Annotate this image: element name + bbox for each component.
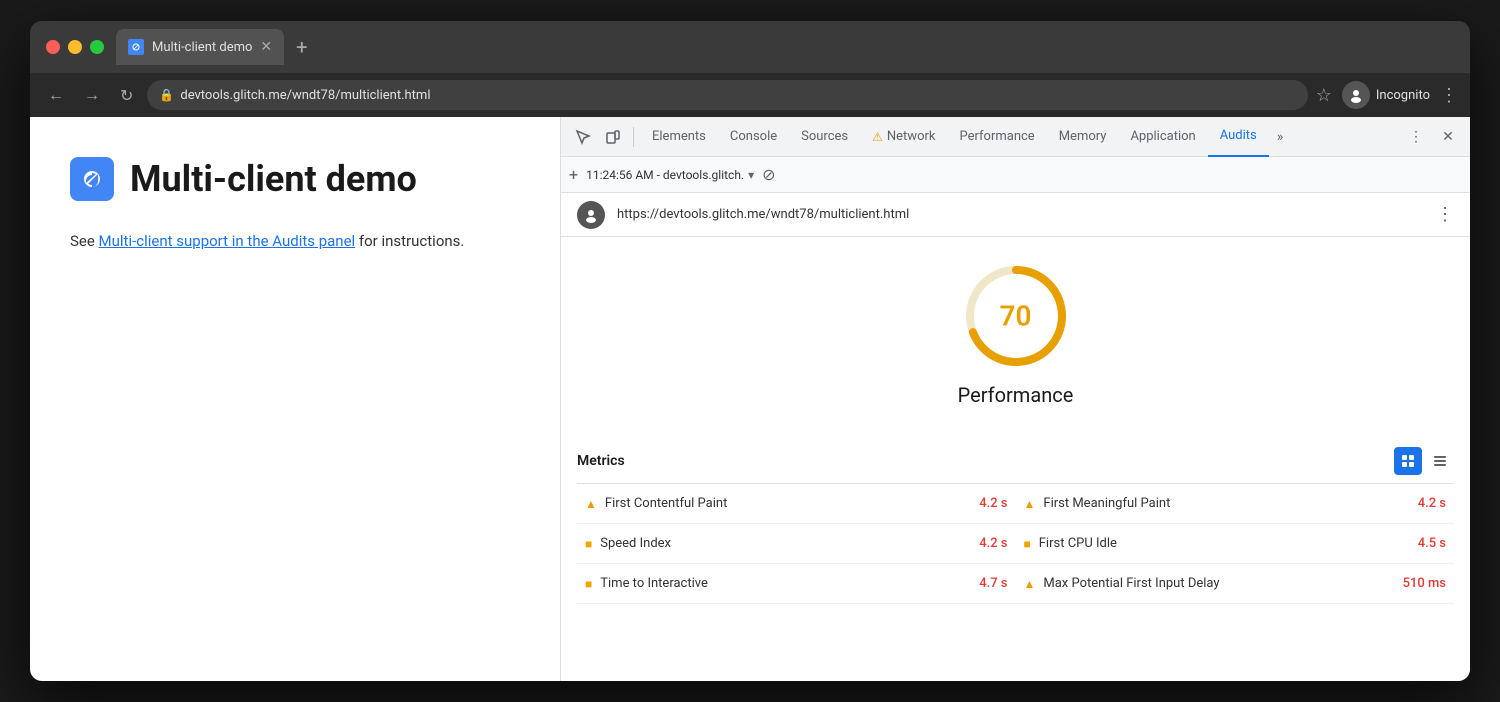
audit-site-icon [577, 201, 605, 229]
tab-application[interactable]: Application [1118, 117, 1207, 157]
inspect-element-button[interactable] [569, 123, 597, 151]
device-toolbar-button[interactable] [599, 123, 627, 151]
metric-name-fid: Max Potential First Input Delay [1043, 576, 1394, 591]
close-button[interactable] [46, 40, 60, 54]
tab-favicon [128, 39, 144, 55]
metrics-view-toggle [1394, 447, 1454, 475]
metric-icon-tti: ■ [585, 577, 592, 591]
devtools-close-button[interactable]: ✕ [1434, 123, 1462, 151]
metrics-section: Metrics [561, 439, 1470, 681]
star-icon[interactable]: ☆ [1316, 85, 1332, 106]
metric-name-fmp: First Meaningful Paint [1043, 496, 1409, 511]
tab-performance[interactable]: Performance [948, 117, 1047, 157]
incognito-label: Incognito [1376, 88, 1430, 103]
metric-name-fci: First CPU Idle [1039, 536, 1410, 551]
metric-name-si: Speed Index [600, 536, 971, 551]
forward-button[interactable]: → [78, 81, 106, 109]
tab-title: Multi-client demo [152, 40, 252, 55]
metrics-header: Metrics [577, 439, 1454, 484]
audit-url-more-button[interactable]: ⋮ [1436, 204, 1454, 225]
metric-value-fcp: 4.2 s [979, 496, 1007, 511]
metric-first-meaningful-paint: ▲ First Meaningful Paint 4.2 s [1016, 484, 1455, 524]
devtools-settings-button[interactable]: ⋮ [1402, 123, 1430, 151]
score-label: Performance [958, 383, 1074, 407]
score-circle: 70 [961, 261, 1071, 371]
metric-icon-fcp: ▲ [585, 497, 597, 511]
address-text: devtools.glitch.me/wndt78/multiclient.ht… [180, 88, 430, 103]
title-bar: Multi-client demo ✕ + [30, 21, 1470, 73]
tab-audits[interactable]: Audits [1208, 117, 1269, 157]
address-input[interactable]: 🔒 devtools.glitch.me/wndt78/multiclient.… [147, 80, 1307, 110]
metric-icon-fci: ■ [1024, 537, 1031, 551]
metric-icon-si: ■ [585, 537, 592, 551]
devtools-sub-toolbar: + 11:24:56 AM - devtools.glitch. ▾ ⊘ [561, 157, 1470, 193]
stop-audit-button[interactable]: ⊘ [762, 165, 775, 184]
audit-score-section: 70 Performance [561, 237, 1470, 439]
metric-name-tti: Time to Interactive [600, 576, 971, 591]
tab-network[interactable]: ⚠ Network [860, 117, 947, 157]
desc-before: See [70, 232, 99, 250]
dropdown-arrow[interactable]: ▾ [748, 168, 754, 182]
metric-speed-index: ■ Speed Index 4.2 s [577, 524, 1016, 564]
devtools-panel: Elements Console Sources ⚠ Network Perfo… [560, 117, 1470, 681]
page-content: Multi-client demo See Multi-client suppo… [30, 117, 560, 681]
browser-window: Multi-client demo ✕ + ← → ↻ 🔒 devtools.g… [30, 21, 1470, 681]
add-audit-button[interactable]: + [569, 165, 578, 184]
page-description: See Multi-client support in the Audits p… [70, 229, 520, 253]
minimize-button[interactable] [68, 40, 82, 54]
grid-view-button[interactable] [1394, 447, 1422, 475]
score-value: 70 [1000, 300, 1032, 333]
audit-url-bar: https://devtools.glitch.me/wndt78/multic… [561, 193, 1470, 237]
traffic-lights [46, 40, 104, 54]
metric-name-fcp: First Contentful Paint [605, 496, 971, 511]
back-button[interactable]: ← [42, 81, 70, 109]
browser-tab[interactable]: Multi-client demo ✕ [116, 29, 284, 65]
metric-value-si: 4.2 s [979, 536, 1007, 551]
audit-timestamp: 11:24:56 AM - devtools.glitch. ▾ [586, 168, 754, 182]
menu-button[interactable]: ⋮ [1440, 85, 1458, 106]
tab-elements[interactable]: Elements [640, 117, 718, 157]
metric-first-cpu-idle: ■ First CPU Idle 4.5 s [1016, 524, 1455, 564]
toolbar-separator [633, 127, 634, 147]
browser-content: Multi-client demo See Multi-client suppo… [30, 117, 1470, 681]
toolbar-right: ☆ Incognito ⋮ [1316, 81, 1458, 109]
tab-console[interactable]: Console [718, 117, 789, 157]
metrics-title: Metrics [577, 453, 625, 469]
metric-max-potential-fid: ▲ Max Potential First Input Delay 510 ms [1016, 564, 1455, 604]
incognito-button[interactable]: Incognito [1342, 81, 1430, 109]
tabs-area: Multi-client demo ✕ + [116, 29, 1454, 65]
devtools-tab-actions: ⋮ ✕ [1402, 123, 1462, 151]
page-title: Multi-client demo [130, 158, 417, 200]
devtools-tabs: Elements Console Sources ⚠ Network Perfo… [640, 117, 1400, 157]
page-header: Multi-client demo [70, 157, 520, 201]
tab-memory[interactable]: Memory [1047, 117, 1119, 157]
desc-after: for instructions. [355, 232, 464, 250]
maximize-button[interactable] [90, 40, 104, 54]
address-bar: ← → ↻ 🔒 devtools.glitch.me/wndt78/multic… [30, 73, 1470, 117]
page-logo [70, 157, 114, 201]
page-link[interactable]: Multi-client support in the Audits panel [99, 232, 356, 250]
audit-url: https://devtools.glitch.me/wndt78/multic… [617, 207, 1424, 222]
tab-close-button[interactable]: ✕ [260, 39, 272, 55]
reload-button[interactable]: ↻ [114, 82, 139, 109]
metric-first-contentful-paint: ▲ First Contentful Paint 4.2 s [577, 484, 1016, 524]
metric-icon-fmp: ▲ [1024, 497, 1036, 511]
metrics-grid: ▲ First Contentful Paint 4.2 s ▲ First M… [577, 484, 1454, 604]
metric-time-to-interactive: ■ Time to Interactive 4.7 s [577, 564, 1016, 604]
devtools-toolbar: Elements Console Sources ⚠ Network Perfo… [561, 117, 1470, 157]
network-warning-icon: ⚠ [872, 130, 883, 144]
new-tab-button[interactable]: + [292, 31, 311, 63]
metric-value-fmp: 4.2 s [1418, 496, 1446, 511]
more-tabs-button[interactable]: » [1269, 129, 1292, 145]
list-view-button[interactable] [1426, 447, 1454, 475]
lock-icon: 🔒 [159, 88, 174, 102]
metric-value-fid: 510 ms [1403, 576, 1446, 591]
metric-value-tti: 4.7 s [979, 576, 1007, 591]
tab-sources[interactable]: Sources [789, 117, 860, 157]
metric-icon-fid: ▲ [1024, 577, 1036, 591]
metric-value-fci: 4.5 s [1418, 536, 1446, 551]
incognito-icon [1342, 81, 1370, 109]
